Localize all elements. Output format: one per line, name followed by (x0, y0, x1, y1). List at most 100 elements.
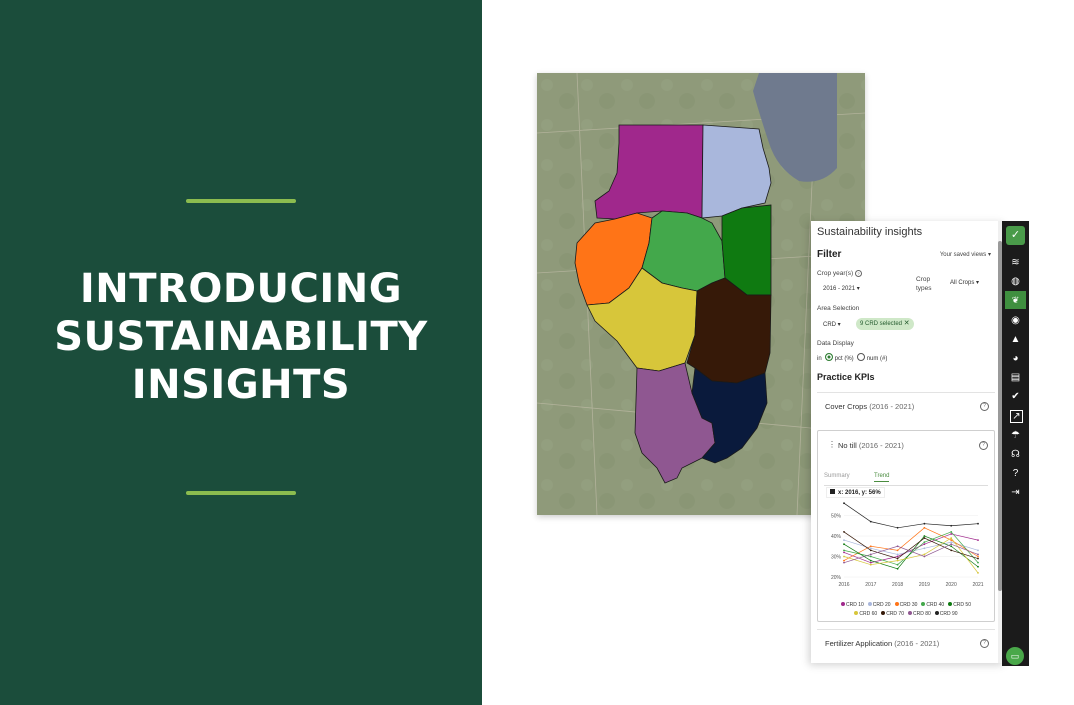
data-point-crd-90[interactable] (869, 520, 872, 523)
area-chip[interactable]: 9 CRD selected ✕ (856, 318, 914, 330)
area-type-select[interactable]: CRD ▾ (823, 321, 841, 328)
help-icon[interactable]: ? (980, 402, 989, 411)
kpi-card-cover-crops[interactable]: Cover Crops (2016 - 2021) ? (817, 392, 995, 421)
data-point-crd-60[interactable] (977, 572, 979, 574)
data-point-crd-80[interactable] (869, 553, 872, 556)
help-circle-icon[interactable]: ? (1010, 468, 1021, 479)
data-point-crd-10[interactable] (950, 533, 953, 535)
data-point-crd-10[interactable] (896, 555, 899, 558)
support-icon[interactable]: ☊ (1010, 449, 1021, 460)
data-point-crd-70[interactable] (869, 549, 872, 552)
tab-summary[interactable]: Summary (824, 473, 850, 479)
warning-icon[interactable]: ▲ (1010, 334, 1021, 345)
data-point-crd-50[interactable] (923, 535, 926, 537)
data-point-crd-50[interactable] (977, 565, 979, 568)
data-point-crd-90[interactable] (977, 522, 979, 525)
close-icon[interactable]: ✕ (904, 320, 910, 327)
data-point-crd-20[interactable] (869, 547, 872, 550)
help-icon[interactable]: ? (980, 639, 989, 648)
data-point-crd-20[interactable] (896, 553, 899, 556)
report-icon[interactable]: ▤ (1010, 372, 1021, 383)
data-point-crd-90[interactable] (896, 526, 899, 529)
data-point-crd-40[interactable] (843, 549, 845, 552)
legend-item-crd-60[interactable]: CRD 60 (854, 611, 877, 617)
data-point-crd-30[interactable] (923, 526, 926, 529)
legend-item-crd-90[interactable]: CRD 90 (934, 611, 958, 617)
data-point-crd-70[interactable] (923, 537, 926, 539)
data-point-crd-30[interactable] (896, 549, 899, 552)
data-point-crd-30[interactable] (869, 545, 872, 548)
headline: INTRODUCING SUSTAINABILITY INSIGHTS (0, 265, 482, 409)
logo-icon[interactable]: ✓ (1006, 226, 1025, 245)
legend-item-crd-10[interactable]: CRD 10 (841, 602, 864, 608)
legend-item-crd-30[interactable]: CRD 30 (894, 602, 917, 608)
data-point-crd-40[interactable] (977, 561, 979, 564)
logout-icon[interactable]: ⇥ (1010, 487, 1021, 498)
pie-icon[interactable]: ◕ (1010, 353, 1021, 364)
kpi-card-no-till: ⋮ No till (2016 - 2021) ? Summary Trend … (817, 430, 995, 622)
insights-icon[interactable]: ↗ (1010, 410, 1023, 423)
data-point-crd-80[interactable] (923, 555, 926, 558)
map-region-crd-20[interactable] (701, 124, 772, 219)
data-point-crd-20[interactable] (843, 539, 845, 541)
data-point-crd-80[interactable] (977, 553, 979, 556)
data-point-crd-80[interactable] (950, 543, 953, 546)
chart-tooltip: x: 2016, y: 56% (826, 487, 885, 498)
data-point-crd-20[interactable] (923, 547, 926, 550)
legend-item-crd-50[interactable]: CRD 50 (948, 602, 971, 608)
data-point-crd-10[interactable] (977, 539, 979, 541)
data-point-crd-70[interactable] (896, 557, 899, 560)
data-point-crd-40[interactable] (869, 555, 872, 558)
trend-chart[interactable]: 20% 30% 40% 50% 2016 2017 2018 2019 2020 2021 (822, 489, 986, 599)
num-radio[interactable] (856, 353, 865, 361)
saved-views-dropdown[interactable]: Your saved views ▾ (940, 251, 991, 258)
data-point-crd-90[interactable] (923, 522, 926, 525)
data-point-crd-10[interactable] (869, 561, 872, 564)
data-point-crd-20[interactable] (977, 549, 979, 552)
data-point-crd-40[interactable] (896, 563, 899, 566)
legend-item-crd-80[interactable]: CRD 80 (908, 611, 931, 617)
data-point-crd-30[interactable] (843, 559, 845, 562)
data-point-crd-90[interactable] (950, 524, 953, 527)
data-point-crd-50[interactable] (896, 567, 899, 570)
data-point-crd-70[interactable] (977, 557, 979, 560)
crop-types-select[interactable]: All Crops ▾ (950, 279, 979, 286)
data-point-crd-20[interactable] (950, 541, 953, 544)
data-point-crd-50[interactable] (843, 543, 845, 546)
data-point-crd-60[interactable] (869, 563, 872, 566)
legend-item-crd-70[interactable]: CRD 70 (881, 611, 904, 617)
check-icon[interactable]: ✔ (1010, 391, 1021, 402)
data-point-crd-80[interactable] (896, 545, 899, 548)
data-point-crd-90[interactable] (843, 502, 845, 505)
globe-icon[interactable]: ◍ (1010, 276, 1021, 287)
data-point-crd-50[interactable] (869, 559, 872, 562)
layers-icon[interactable]: ≋ (1010, 257, 1021, 268)
chat-icon[interactable]: ▭ (1006, 647, 1024, 665)
crop-types-label-2: types (916, 285, 932, 292)
kebab-menu-icon[interactable]: ⋮ (828, 440, 836, 449)
tab-trend[interactable]: Trend (874, 473, 890, 482)
compass-icon[interactable]: ◉ (1010, 315, 1021, 326)
data-point-crd-50[interactable] (950, 545, 953, 548)
pct-radio[interactable] (824, 353, 833, 361)
data-point-crd-10[interactable] (843, 551, 845, 554)
crop-years-select[interactable]: 2016 - 2021 ▾ (823, 285, 860, 292)
data-point-crd-30[interactable] (977, 555, 979, 558)
legend-item-crd-40[interactable]: CRD 40 (921, 602, 944, 608)
legend-item-crd-20[interactable]: CRD 20 (867, 602, 891, 608)
data-point-crd-60[interactable] (896, 559, 899, 562)
data-point-crd-40[interactable] (950, 531, 953, 533)
data-point-crd-70[interactable] (950, 549, 953, 552)
umbrella-icon[interactable]: ☂ (1010, 430, 1021, 441)
data-point-crd-40[interactable] (923, 541, 926, 544)
data-point-crd-60[interactable] (950, 537, 953, 539)
data-point-crd-80[interactable] (843, 561, 845, 564)
data-point-crd-60[interactable] (843, 555, 845, 558)
sprout-icon[interactable]: ❦ (1005, 291, 1026, 309)
kpi-card-fertilizer[interactable]: Fertilizer Application (2016 - 2021) ? (817, 629, 995, 658)
data-point-crd-60[interactable] (923, 553, 926, 556)
help-icon[interactable]: ? (979, 441, 988, 450)
data-point-crd-70[interactable] (843, 531, 845, 533)
data-point-crd-30[interactable] (950, 539, 953, 541)
data-point-crd-10[interactable] (923, 543, 926, 546)
